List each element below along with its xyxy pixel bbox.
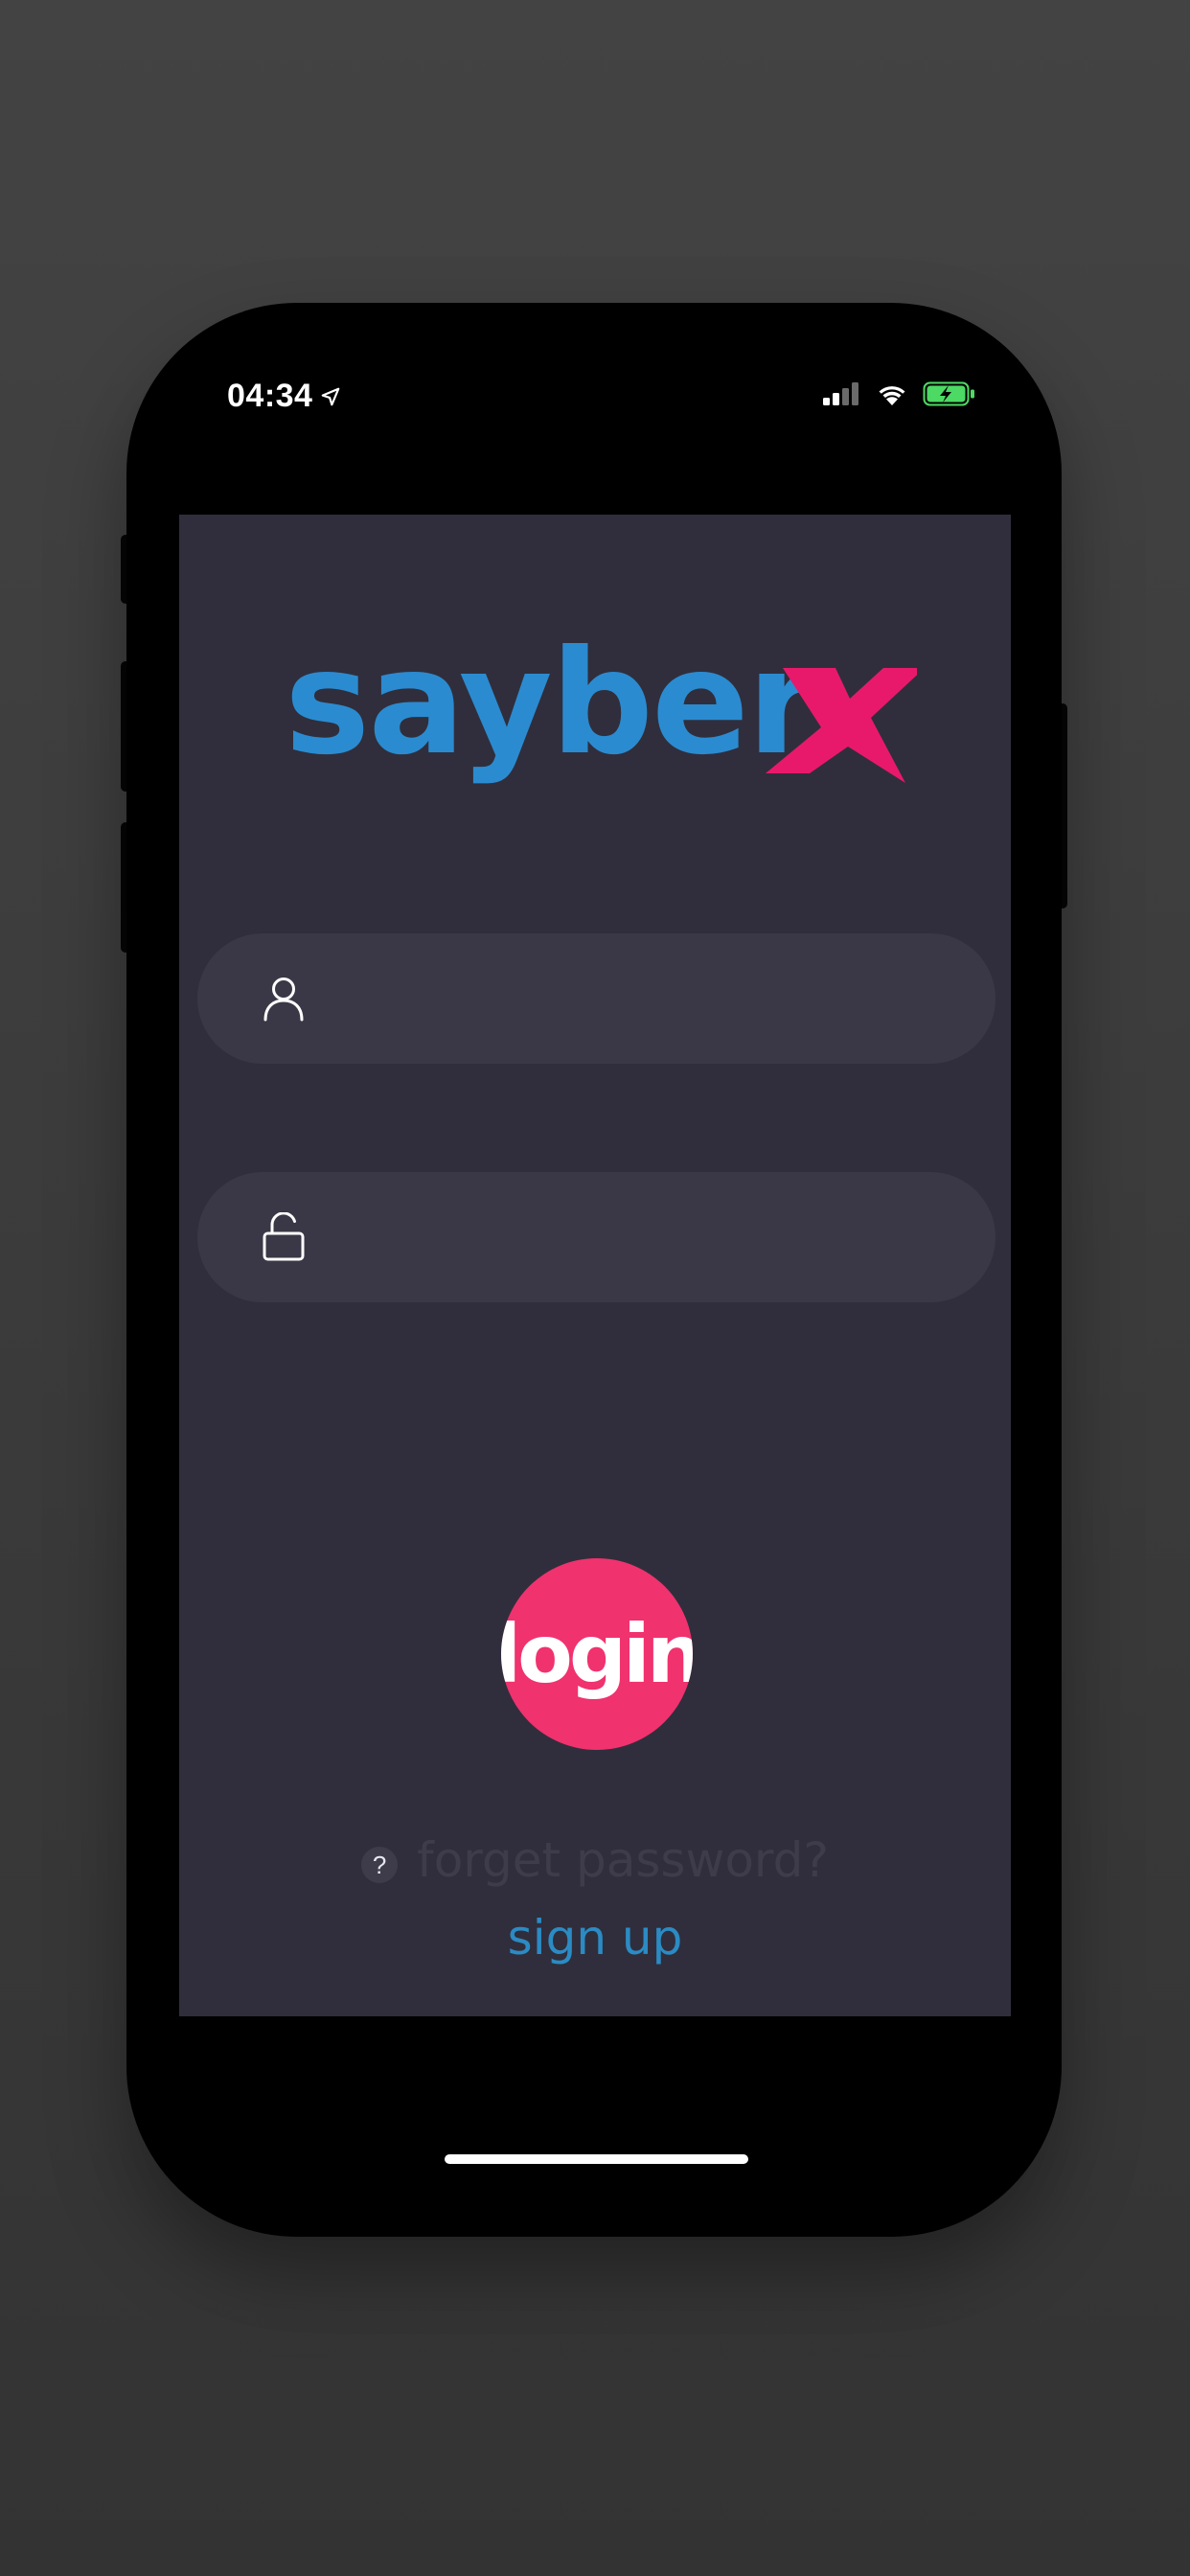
username-field[interactable]	[197, 933, 995, 1066]
status-time-label: 04:34	[227, 378, 313, 414]
login-button-label: login	[501, 1607, 693, 1701]
password-input[interactable]	[341, 1172, 958, 1304]
phone-screen: 04:34 sayber login ? forget password? si…	[179, 353, 1011, 2178]
status-icons	[823, 381, 976, 406]
user-icon	[263, 978, 304, 1022]
wifi-icon	[879, 386, 905, 405]
cellular-signal-icon	[823, 382, 858, 405]
sign-up-link[interactable]: sign up	[179, 1910, 1011, 1966]
location-arrow-icon	[322, 387, 340, 405]
home-indicator[interactable]	[445, 2154, 748, 2164]
forget-password-row: ? forget password?	[179, 1832, 1011, 1888]
forget-password-link[interactable]: forget password?	[417, 1832, 829, 1888]
status-time: 04:34	[227, 378, 341, 415]
logo-text-sayber: sayber	[285, 639, 818, 787]
unlock-icon	[263, 1212, 305, 1261]
sayberx-logo: sayber	[285, 639, 917, 787]
notch	[384, 353, 806, 414]
battery-charging-icon	[923, 381, 974, 406]
login-button[interactable]: login	[501, 1558, 693, 1750]
username-input[interactable]	[341, 933, 958, 1066]
login-screen: sayber login ? forget password? sign up	[179, 515, 1011, 2016]
question-icon: ?	[361, 1847, 399, 1883]
password-field[interactable]	[197, 1172, 995, 1304]
